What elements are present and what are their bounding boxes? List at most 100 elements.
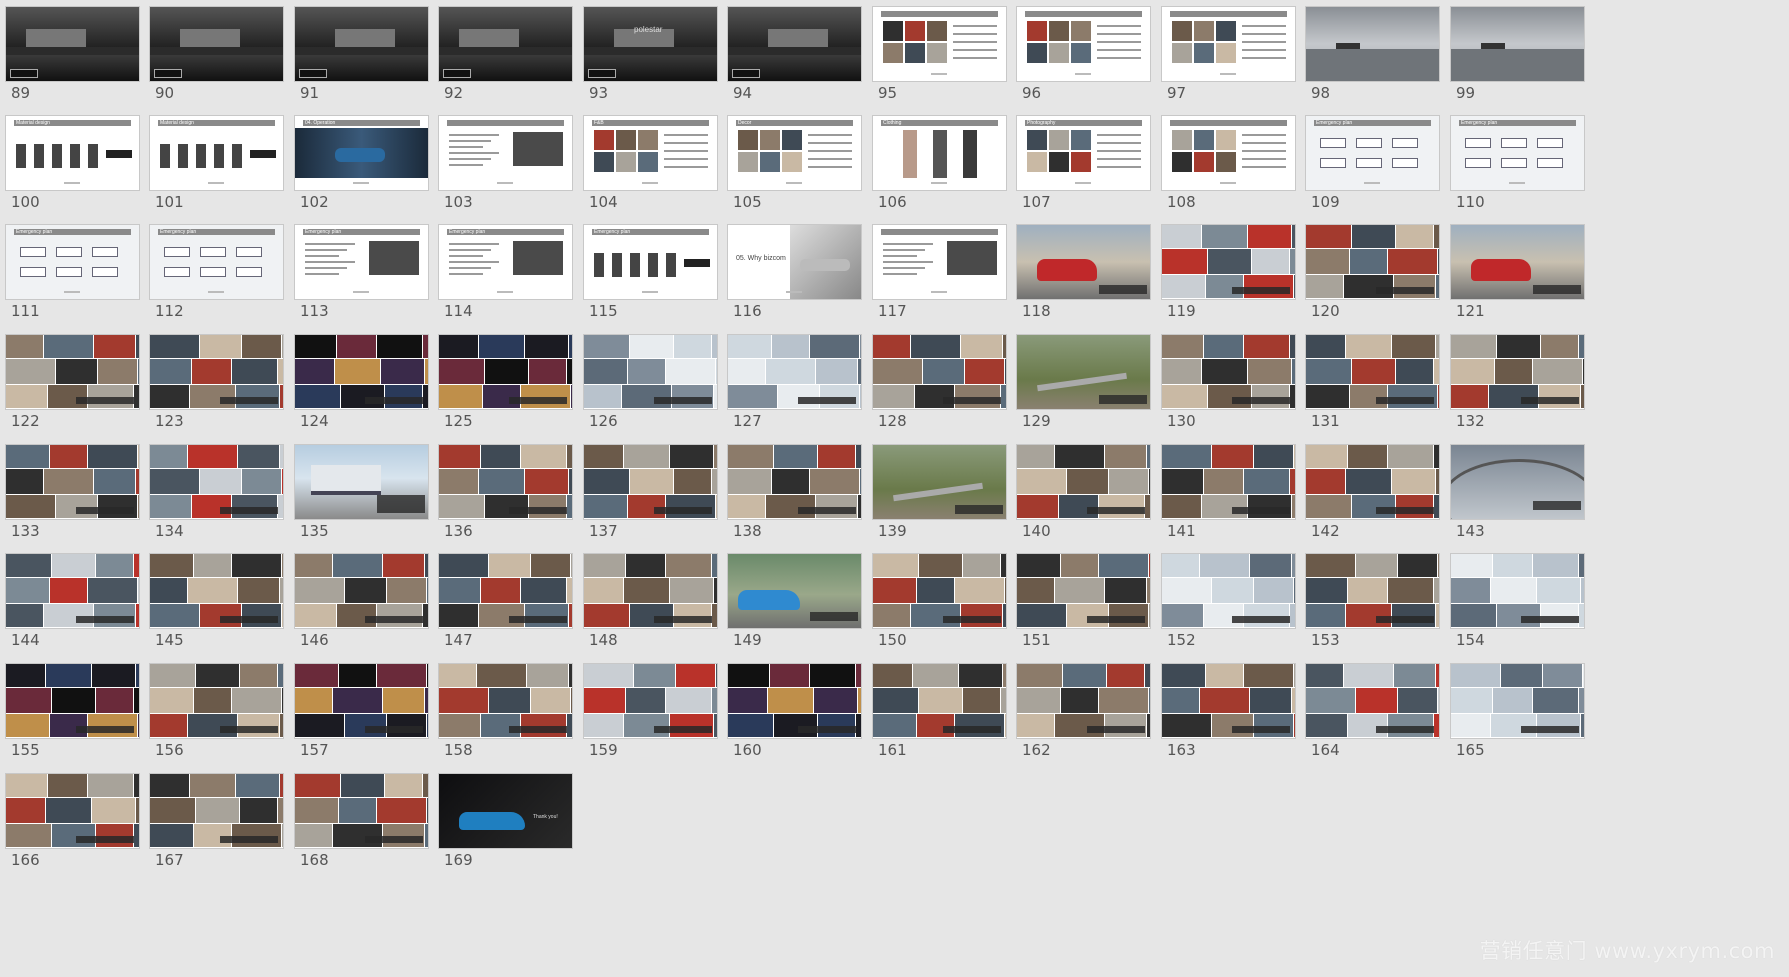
slide-thumbnail[interactable]: 140 (1016, 444, 1151, 548)
slide-preview[interactable] (1305, 444, 1440, 520)
slide-thumbnail[interactable]: 99 (1450, 6, 1585, 110)
slide-preview[interactable] (149, 663, 284, 739)
slide-thumbnail[interactable]: 05. Why bizcom 116 (727, 224, 862, 328)
slide-preview[interactable] (1305, 553, 1440, 629)
slide-thumbnail[interactable]: 157 (294, 663, 429, 767)
slide-preview[interactable] (872, 444, 1007, 520)
slide-thumbnail[interactable]: 133 (5, 444, 140, 548)
slide-preview[interactable] (438, 115, 573, 191)
slide-preview[interactable]: Decor (727, 115, 862, 191)
slide-thumbnail[interactable]: 143 (1450, 444, 1585, 548)
slide-preview[interactable] (1305, 663, 1440, 739)
slide-preview[interactable] (583, 553, 718, 629)
slide-thumbnail[interactable]: 145 (149, 553, 284, 657)
slide-preview[interactable] (1161, 444, 1296, 520)
slide-thumbnail[interactable]: 121 (1450, 224, 1585, 328)
slide-preview[interactable] (5, 553, 140, 629)
slide-thumbnail[interactable]: 142 (1305, 444, 1440, 548)
slide-preview[interactable]: polestar (583, 6, 718, 82)
slide-thumbnail[interactable]: Thank you! 169 (438, 773, 573, 877)
slide-preview[interactable] (1016, 334, 1151, 410)
slide-preview[interactable] (5, 663, 140, 739)
slide-preview[interactable] (294, 6, 429, 82)
slide-thumbnail[interactable]: 159 (583, 663, 718, 767)
slide-thumbnail[interactable]: 118 (1016, 224, 1151, 328)
slide-thumbnail[interactable]: 165 (1450, 663, 1585, 767)
slide-preview[interactable]: Emergency plan (149, 224, 284, 300)
slide-thumbnail[interactable]: Decor 105 (727, 115, 862, 219)
slide-preview[interactable] (149, 444, 284, 520)
slide-thumbnail[interactable]: 138 (727, 444, 862, 548)
slide-preview[interactable] (727, 6, 862, 82)
slide-thumbnail[interactable]: 103 (438, 115, 573, 219)
slide-preview[interactable] (727, 444, 862, 520)
slide-thumbnail[interactable]: 141 (1161, 444, 1296, 548)
slide-thumbnail[interactable]: 135 (294, 444, 429, 548)
slide-thumbnail[interactable]: 137 (583, 444, 718, 548)
slide-thumbnail[interactable]: 94 (727, 6, 862, 110)
slide-thumbnail[interactable]: Photography 107 (1016, 115, 1151, 219)
slide-thumbnail[interactable]: Emergency plan 115 (583, 224, 718, 328)
slide-preview[interactable] (872, 553, 1007, 629)
slide-thumbnail[interactable]: Emergency plan 109 (1305, 115, 1440, 219)
slide-preview[interactable] (5, 773, 140, 849)
slide-preview[interactable] (1016, 6, 1151, 82)
slide-thumbnail[interactable]: 134 (149, 444, 284, 548)
slide-preview[interactable] (1016, 663, 1151, 739)
slide-preview[interactable]: Emergency plan (583, 224, 718, 300)
slide-preview[interactable] (294, 444, 429, 520)
slide-thumbnail[interactable]: 90 (149, 6, 284, 110)
slide-preview[interactable]: Material design (149, 115, 284, 191)
slide-thumbnail[interactable]: F&B 104 (583, 115, 718, 219)
slide-preview[interactable] (438, 553, 573, 629)
slide-preview[interactable] (5, 334, 140, 410)
slide-preview[interactable] (438, 6, 573, 82)
slide-preview[interactable] (5, 6, 140, 82)
slide-thumbnail[interactable]: 162 (1016, 663, 1151, 767)
slide-preview[interactable] (583, 663, 718, 739)
slide-preview[interactable] (1161, 663, 1296, 739)
slide-preview[interactable] (1161, 334, 1296, 410)
slide-thumbnail[interactable]: 128 (872, 334, 1007, 438)
slide-preview[interactable] (1161, 115, 1296, 191)
slide-thumbnail[interactable]: 95 (872, 6, 1007, 110)
slide-thumbnail[interactable]: 130 (1161, 334, 1296, 438)
slide-preview[interactable]: Emergency plan (294, 224, 429, 300)
slide-thumbnail[interactable]: polestar 93 (583, 6, 718, 110)
slide-preview[interactable] (438, 334, 573, 410)
slide-preview[interactable] (149, 553, 284, 629)
slide-thumbnail[interactable]: 164 (1305, 663, 1440, 767)
slide-preview[interactable] (1161, 6, 1296, 82)
slide-thumbnail[interactable]: 123 (149, 334, 284, 438)
slide-thumbnail[interactable]: 155 (5, 663, 140, 767)
slide-thumbnail[interactable]: 120 (1305, 224, 1440, 328)
slide-preview[interactable]: Photography (1016, 115, 1151, 191)
slide-preview[interactable] (294, 773, 429, 849)
slide-preview[interactable] (1305, 6, 1440, 82)
slide-preview[interactable] (294, 663, 429, 739)
slide-thumbnail[interactable]: 119 (1161, 224, 1296, 328)
slide-thumbnail[interactable]: 160 (727, 663, 862, 767)
slide-preview[interactable] (149, 6, 284, 82)
slide-preview[interactable] (727, 663, 862, 739)
slide-preview[interactable] (1016, 444, 1151, 520)
slide-preview[interactable]: Emergency plan (438, 224, 573, 300)
slide-thumbnail[interactable]: 108 (1161, 115, 1296, 219)
slide-preview[interactable] (1161, 224, 1296, 300)
slide-thumbnail[interactable]: Emergency plan 110 (1450, 115, 1585, 219)
slide-preview[interactable] (149, 773, 284, 849)
slide-preview[interactable]: Emergency plan (1305, 115, 1440, 191)
slide-preview[interactable] (872, 224, 1007, 300)
slide-preview[interactable] (149, 334, 284, 410)
slide-thumbnail[interactable]: Emergency plan 113 (294, 224, 429, 328)
slide-thumbnail[interactable]: 150 (872, 553, 1007, 657)
slide-preview[interactable] (872, 334, 1007, 410)
slide-thumbnail[interactable]: 91 (294, 6, 429, 110)
slide-preview[interactable]: 04. Operation (294, 115, 429, 191)
slide-preview[interactable] (583, 444, 718, 520)
slide-thumbnail[interactable]: 98 (1305, 6, 1440, 110)
slide-thumbnail[interactable]: 168 (294, 773, 429, 877)
slide-thumbnail[interactable]: 92 (438, 6, 573, 110)
slide-preview[interactable]: Clothing (872, 115, 1007, 191)
slide-thumbnail[interactable]: 161 (872, 663, 1007, 767)
